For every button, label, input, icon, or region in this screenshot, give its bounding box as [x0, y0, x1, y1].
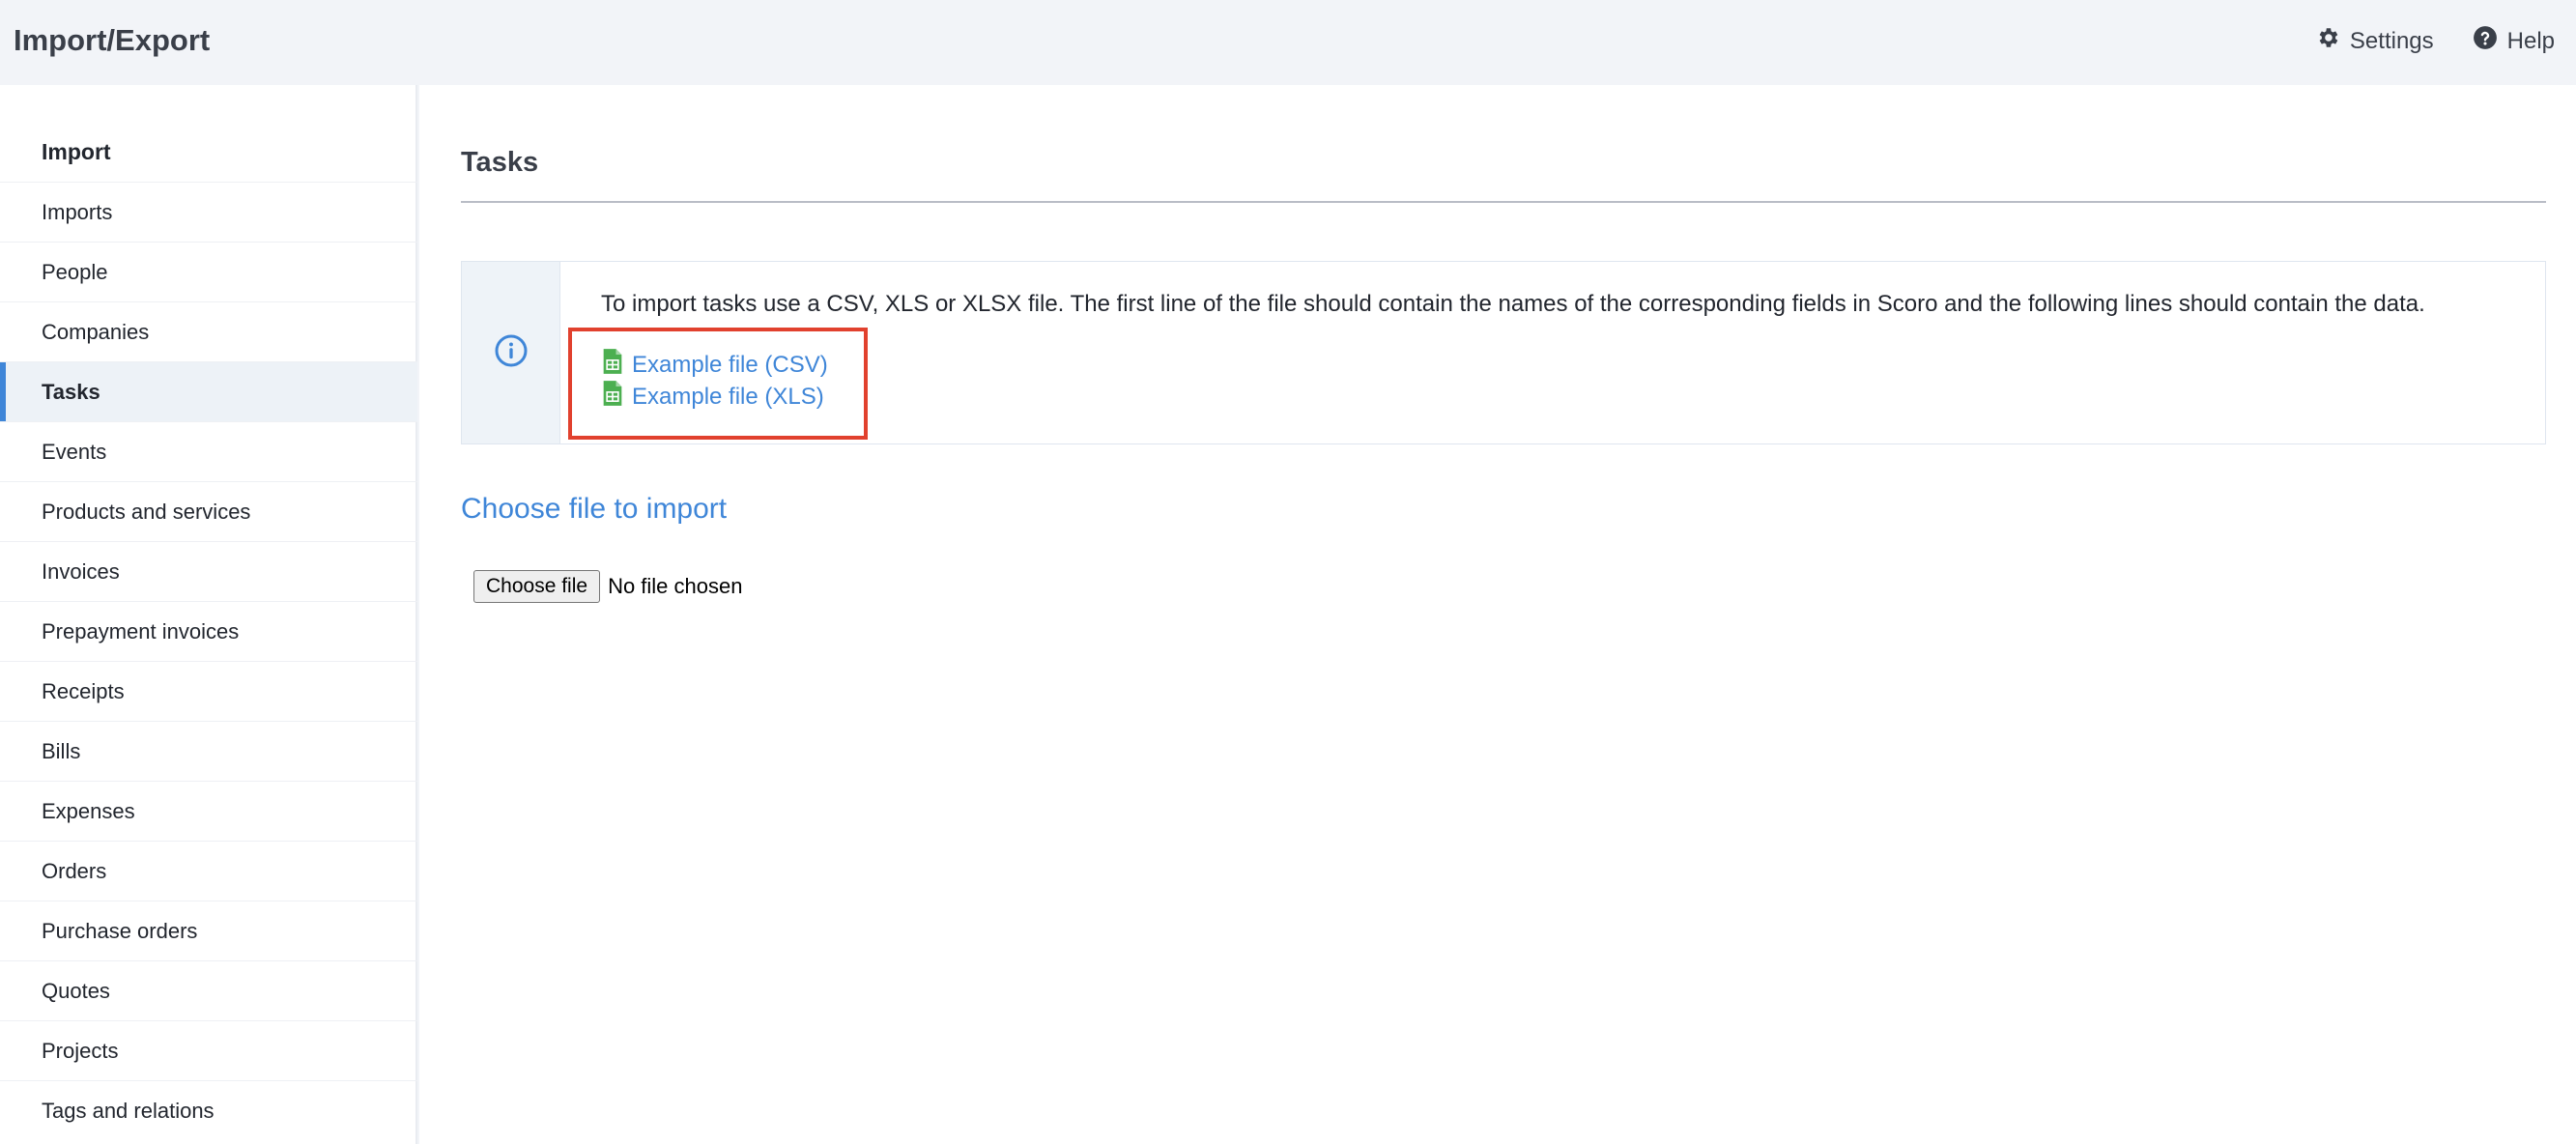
top-bar: Import/Export Settings Help: [0, 0, 2576, 85]
info-box: To import tasks use a CSV, XLS or XLSX f…: [461, 261, 2546, 444]
sidebar-item-orders[interactable]: Orders: [0, 841, 417, 901]
file-input-row: Choose file No file chosen: [473, 570, 742, 603]
page-title: Tasks: [461, 147, 539, 178]
settings-label: Settings: [2349, 27, 2434, 54]
app-title: Import/Export: [14, 23, 211, 57]
sidebar-item-tasks[interactable]: Tasks: [0, 361, 417, 421]
sidebar-item-invoices[interactable]: Invoices: [0, 541, 417, 601]
example-links-highlight: Example file (CSV) Example file (XLS): [568, 328, 868, 440]
sidebar-item-tags-and-relations[interactable]: Tags and relations: [0, 1080, 417, 1140]
sidebar-item-products-and-services[interactable]: Products and services: [0, 481, 417, 541]
sidebar-item-quotes[interactable]: Quotes: [0, 960, 417, 1020]
example-file-xls-label: Example file (XLS): [632, 383, 824, 410]
file-status: No file chosen: [608, 574, 743, 598]
gear-icon: [2315, 25, 2340, 57]
choose-file-button[interactable]: Choose file: [473, 570, 601, 603]
sidebar-item-purchase-orders[interactable]: Purchase orders: [0, 901, 417, 960]
sidebar-heading: Import: [42, 139, 111, 164]
info-text: To import tasks use a CSV, XLS or XLSX f…: [601, 291, 2425, 317]
question-circle-icon: [2473, 25, 2498, 57]
spreadsheet-file-icon: [601, 348, 624, 382]
sidebar-item-prepayment-invoices[interactable]: Prepayment invoices: [0, 601, 417, 661]
choose-file-heading: Choose file to import: [461, 493, 728, 525]
example-file-xls-link[interactable]: Example file (XLS): [601, 381, 864, 413]
main-content: Tasks To import tasks use a CSV, XLS or …: [419, 85, 2576, 1144]
example-file-csv-link[interactable]: Example file (CSV): [601, 349, 864, 381]
settings-button[interactable]: Settings: [2315, 25, 2434, 57]
example-file-csv-label: Example file (CSV): [632, 351, 828, 378]
spreadsheet-file-icon: [601, 380, 624, 414]
info-icon-cell: [462, 262, 560, 443]
sidebar-item-projects[interactable]: Projects: [0, 1020, 417, 1080]
help-button[interactable]: Help: [2473, 25, 2555, 57]
sidebar-item-imports[interactable]: Imports: [0, 182, 417, 242]
sidebar-item-people[interactable]: People: [0, 242, 417, 301]
help-label: Help: [2506, 27, 2555, 54]
info-content: To import tasks use a CSV, XLS or XLSX f…: [560, 262, 2545, 443]
sidebar-item-expenses[interactable]: Expenses: [0, 781, 417, 841]
sidebar-item-events[interactable]: Events: [0, 421, 417, 481]
sidebar-item-companies[interactable]: Companies: [0, 301, 417, 361]
info-circle-icon: [494, 333, 529, 373]
sidebar-list: Imports People Companies Tasks Events Pr…: [0, 182, 417, 1140]
sidebar-item-receipts[interactable]: Receipts: [0, 661, 417, 721]
title-divider: [461, 201, 2546, 203]
sidebar: Import Imports People Companies Tasks Ev…: [0, 85, 417, 1144]
sidebar-item-bills[interactable]: Bills: [0, 721, 417, 781]
top-actions: Settings Help: [2315, 25, 2555, 57]
